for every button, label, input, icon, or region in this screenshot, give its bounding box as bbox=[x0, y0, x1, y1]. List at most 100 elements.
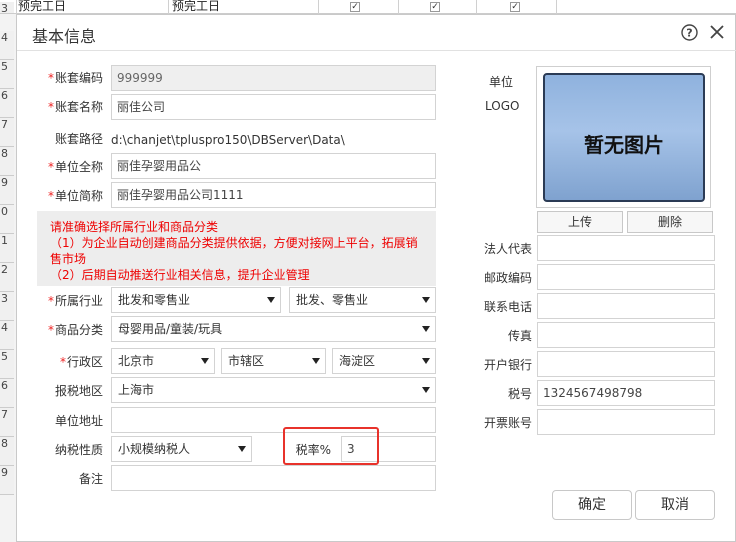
fax-field[interactable] bbox=[537, 322, 715, 348]
bank-label: 开户银行 bbox=[483, 358, 532, 372]
industry-sub-select[interactable]: 批发、零售业 bbox=[289, 287, 436, 313]
city-select[interactable]: 市辖区 bbox=[221, 348, 326, 374]
city-value: 市辖区 bbox=[228, 354, 265, 368]
chevron-down-icon bbox=[422, 326, 430, 332]
ok-button[interactable]: 确定 bbox=[552, 490, 632, 520]
sheet-checkbox[interactable]: ✓ bbox=[510, 2, 520, 12]
logo-label: 单位 bbox=[489, 75, 514, 89]
sheet-row-number: 7 bbox=[0, 408, 14, 437]
goods-category-select[interactable]: 母婴用品/童装/玩具 bbox=[111, 316, 436, 342]
postal-code-label: 邮政编码 bbox=[483, 271, 532, 285]
upload-button[interactable]: 上传 bbox=[537, 211, 623, 233]
unit-address-label: 单位地址 bbox=[54, 414, 103, 428]
region-label: *行政区 bbox=[59, 355, 103, 369]
phone-label: 联系电话 bbox=[483, 300, 532, 314]
tax-nature-select[interactable]: 小规模纳税人 bbox=[111, 436, 252, 462]
unit-shortname-field[interactable]: 丽佳孕婴用品公司1111 bbox=[111, 182, 436, 208]
sheet-row-number: 6 bbox=[0, 89, 14, 118]
logo-label: LOGO bbox=[485, 99, 520, 113]
tax-nature-label: 纳税性质 bbox=[54, 443, 103, 457]
sheet-checkbox[interactable]: ✓ bbox=[430, 2, 440, 12]
industry-sub-select-value: 批发、零售业 bbox=[296, 293, 369, 307]
chevron-down-icon bbox=[201, 358, 209, 364]
sheet-row-number: 0 bbox=[0, 205, 14, 234]
sheet-checkbox[interactable]: ✓ bbox=[350, 2, 360, 12]
sheet-gridline bbox=[398, 0, 399, 14]
basic-info-dialog: 基本信息 ? *账套编码 999999 *账套名称 丽佳公司 账套路径 d:\c… bbox=[16, 14, 736, 542]
sheet-row-number: 9 bbox=[0, 176, 14, 205]
close-icon[interactable] bbox=[709, 24, 725, 40]
tax-region-label: 报税地区 bbox=[54, 384, 103, 398]
invoice-account-label: 开票账号 bbox=[483, 416, 532, 430]
sheet-gridline bbox=[318, 0, 319, 14]
chevron-down-icon bbox=[238, 446, 246, 452]
fax-label: 传真 bbox=[507, 329, 532, 343]
tax-no-field[interactable]: 1324567498798 bbox=[537, 380, 715, 406]
logo-placeholder-text: 暂无图片 bbox=[584, 133, 664, 157]
sheet-row-number: 3 bbox=[0, 2, 14, 15]
sheet-cell: 预完工日 bbox=[172, 0, 221, 13]
chevron-down-icon bbox=[422, 358, 430, 364]
sheet-row-number: 9 bbox=[0, 466, 14, 495]
unit-shortname-label: *单位简称 bbox=[47, 189, 103, 203]
logo-frame: 暂无图片 bbox=[536, 66, 711, 208]
notice-line: （2）后期自动推送行业相关信息，提升企业管理 bbox=[50, 268, 310, 282]
account-path-value: d:\chanjet\tpluspro150\DBServer\Data\ bbox=[111, 133, 345, 147]
phone-field[interactable] bbox=[537, 293, 715, 319]
notice-line: 售市场 bbox=[50, 252, 87, 266]
sheet-gridline bbox=[168, 0, 169, 14]
district-select[interactable]: 海淀区 bbox=[332, 348, 436, 374]
province-select[interactable]: 北京市 bbox=[111, 348, 215, 374]
svg-text:?: ? bbox=[686, 27, 692, 40]
tax-region-value: 上海市 bbox=[118, 383, 155, 397]
chevron-down-icon bbox=[422, 297, 430, 303]
dialog-title: 基本信息 bbox=[32, 27, 97, 46]
industry-label: *所属行业 bbox=[47, 294, 103, 308]
unit-address-field[interactable] bbox=[111, 407, 436, 433]
sheet-row-number: 3 bbox=[0, 292, 14, 321]
remark-label: 备注 bbox=[78, 472, 103, 486]
tax-nature-value: 小规模纳税人 bbox=[118, 442, 191, 456]
district-value: 海淀区 bbox=[339, 354, 376, 368]
sheet-gridline bbox=[556, 0, 557, 14]
sheet-row-number: 8 bbox=[0, 437, 14, 466]
dialog-header: 基本信息 ? bbox=[17, 15, 736, 51]
account-path-label: 账套路径 bbox=[54, 132, 103, 146]
delete-button[interactable]: 删除 bbox=[627, 211, 713, 233]
tax-no-label: 税号 bbox=[507, 387, 532, 401]
logo-placeholder-image: 暂无图片 bbox=[543, 73, 705, 202]
account-name-label: *账套名称 bbox=[47, 100, 103, 114]
sheet-row-number: 4 bbox=[0, 321, 14, 350]
remark-field[interactable] bbox=[111, 465, 436, 491]
sheet-row-number: 1 bbox=[0, 234, 14, 263]
invoice-account-field[interactable] bbox=[537, 409, 715, 435]
goods-category-value: 母婴用品/童装/玩具 bbox=[118, 322, 223, 336]
postal-code-field[interactable] bbox=[537, 264, 715, 290]
sheet-cell: 预完工日 bbox=[18, 0, 67, 13]
sheet-row-number: 5 bbox=[0, 60, 14, 89]
chevron-down-icon bbox=[312, 358, 320, 364]
industry-select[interactable]: 批发和零售业 bbox=[111, 287, 281, 313]
help-icon[interactable]: ? bbox=[681, 24, 698, 41]
tax-region-select[interactable]: 上海市 bbox=[111, 377, 436, 403]
cancel-button[interactable]: 取消 bbox=[635, 490, 715, 520]
bank-field[interactable] bbox=[537, 351, 715, 377]
legal-rep-label: 法人代表 bbox=[483, 242, 532, 256]
account-code-field: 999999 bbox=[111, 65, 436, 91]
tax-rate-highlight bbox=[283, 427, 379, 465]
sheet-gridline bbox=[16, 0, 17, 14]
industry-notice: 请准确选择所属行业和商品分类 （1）为企业自动创建商品分类提供依据，方便对接网上… bbox=[37, 211, 436, 286]
industry-select-value: 批发和零售业 bbox=[118, 293, 191, 307]
notice-line: 请准确选择所属行业和商品分类 bbox=[50, 220, 219, 234]
chevron-down-icon bbox=[422, 387, 430, 393]
account-name-field[interactable]: 丽佳公司 bbox=[111, 94, 436, 120]
unit-fullname-label: *单位全称 bbox=[47, 160, 103, 174]
sheet-gridline bbox=[476, 0, 477, 14]
province-value: 北京市 bbox=[118, 354, 155, 368]
unit-fullname-field[interactable]: 丽佳孕婴用品公 bbox=[111, 153, 436, 179]
account-code-label: *账套编码 bbox=[47, 71, 103, 85]
legal-rep-field[interactable] bbox=[537, 235, 715, 261]
goods-category-label: *商品分类 bbox=[47, 323, 103, 337]
sheet-row-number: 7 bbox=[0, 118, 14, 147]
sheet-row-number: 6 bbox=[0, 379, 14, 408]
